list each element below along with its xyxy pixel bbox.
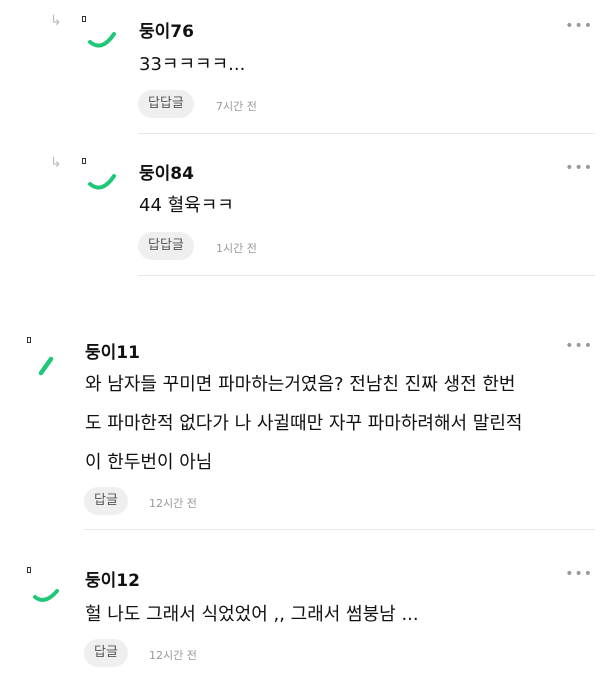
avatar-arc-icon xyxy=(88,174,116,190)
reply-arrow-icon: ↳ xyxy=(50,13,62,29)
more-options-icon[interactable]: ••• xyxy=(565,566,593,582)
reply-button[interactable]: 답글 xyxy=(84,487,128,515)
comment-text-line: 이 한두번이 아님 xyxy=(85,452,213,473)
avatar[interactable] xyxy=(27,337,67,377)
avatar-arc-icon xyxy=(33,589,59,602)
reply-comment: ↳ 둥이76 ••• 33ㅋㅋㅋㅋ... 답답글 7시간 전 xyxy=(0,0,607,140)
comment: 둥이11 ••• 와 남자들 꾸미면 파마하는거였음? 전남친 진짜 생전 한번… xyxy=(0,330,607,530)
comment-author[interactable]: 둥이11 xyxy=(85,338,140,363)
comment-time: 7시간 전 xyxy=(216,100,257,113)
divider xyxy=(84,529,595,530)
comment-time: 1시간 전 xyxy=(216,242,257,255)
divider xyxy=(138,275,595,276)
comment-author[interactable]: 둥이84 xyxy=(139,159,194,184)
comment-text: 헐 나도 그래서 식었었어 ,, 그래서 썸붕남 ... xyxy=(85,604,419,625)
comment-author[interactable]: 둥이76 xyxy=(139,17,194,42)
more-options-icon[interactable]: ••• xyxy=(565,18,593,34)
divider xyxy=(138,133,595,134)
reply-comment: ↳ 둥이84 ••• 44 혈육ㅋㅋ 답답글 1시간 전 xyxy=(0,140,607,280)
reply-button[interactable]: 답글 xyxy=(84,639,128,667)
more-options-icon[interactable]: ••• xyxy=(565,338,593,354)
reply-button[interactable]: 답답글 xyxy=(138,90,194,118)
more-options-icon[interactable]: ••• xyxy=(565,160,593,176)
avatar-arc-icon xyxy=(88,32,116,48)
comment-text-line: 도 파마한적 없다가 나 사귈때만 자꾸 파마하려해서 말린적 xyxy=(85,413,523,434)
comment-text: 44 혈육ㅋㅋ xyxy=(139,195,234,216)
avatar-slash-icon xyxy=(38,356,54,376)
avatar[interactable] xyxy=(82,16,122,56)
comment-text: 33ㅋㅋㅋㅋ... xyxy=(139,54,246,75)
comment-time: 12시간 전 xyxy=(149,649,197,662)
comment-time: 12시간 전 xyxy=(149,497,197,510)
reply-arrow-icon: ↳ xyxy=(50,155,62,171)
comment-author[interactable]: 둥이12 xyxy=(85,566,140,591)
avatar[interactable] xyxy=(27,567,67,607)
reply-button[interactable]: 답답글 xyxy=(138,232,194,260)
comment: 둥이12 ••• 헐 나도 그래서 식었었어 ,, 그래서 썸붕남 ... 답글… xyxy=(0,560,607,674)
avatar[interactable] xyxy=(82,158,122,198)
comment-text-line: 와 남자들 꾸미면 파마하는거였음? 전남친 진짜 생전 한번 xyxy=(85,374,516,395)
